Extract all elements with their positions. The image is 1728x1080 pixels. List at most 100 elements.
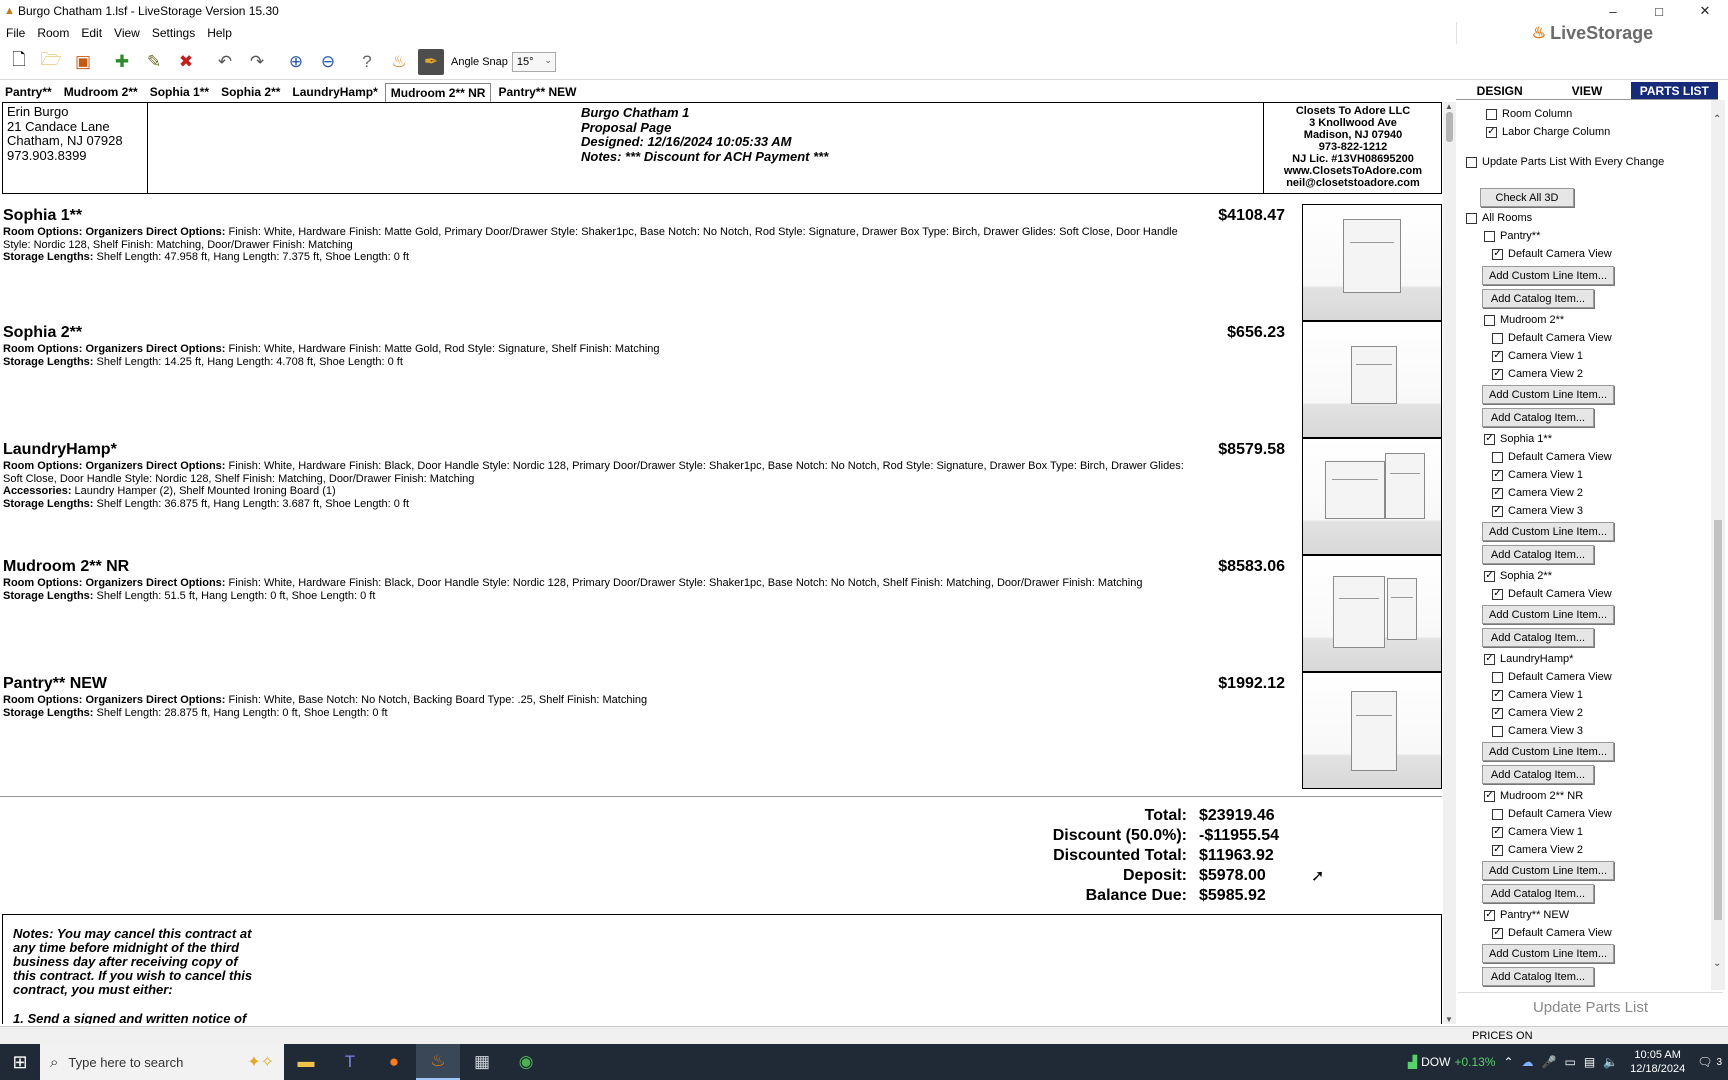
open-folder-icon[interactable]: 🗁 <box>38 49 64 75</box>
checkbox-checked[interactable]: ✓ <box>1484 570 1495 582</box>
camera-option[interactable]: Default Camera View <box>1492 808 1612 820</box>
help-icon[interactable]: ? <box>354 49 380 75</box>
camera-option[interactable]: ✓ Camera View 2 <box>1492 487 1583 499</box>
add-catalog-item-button[interactable]: Add Catalog Item... <box>1482 967 1594 986</box>
camera-option[interactable]: ✓ Camera View 2 <box>1492 368 1583 380</box>
add-custom-line-item-button[interactable]: Add Custom Line Item... <box>1482 385 1614 404</box>
add-custom-line-item-button[interactable]: Add Custom Line Item... <box>1482 522 1614 541</box>
checkbox[interactable] <box>1484 230 1495 242</box>
scroll-thumb[interactable] <box>1714 520 1722 920</box>
checkbox-checked[interactable]: ✓ <box>1484 909 1495 921</box>
network-icon[interactable]: ▤ <box>1584 1055 1595 1069</box>
volume-icon[interactable]: 🔈 <box>1603 1055 1618 1069</box>
menu-edit[interactable]: Edit <box>81 26 102 40</box>
edit-room-icon[interactable]: ✎ <box>141 49 167 75</box>
checkbox[interactable] <box>1492 808 1503 820</box>
chrome-icon[interactable]: ◉ <box>504 1044 548 1080</box>
room-option-sophia-1[interactable]: ✓ Sophia 1** <box>1484 433 1552 445</box>
tab-parts-list[interactable]: PARTS LIST <box>1630 82 1718 99</box>
camera-option[interactable]: Default Camera View <box>1492 451 1612 463</box>
camera-option[interactable]: ✓ Default Camera View <box>1492 927 1612 939</box>
check-all-3d-button[interactable]: Check All 3D <box>1480 188 1574 207</box>
labor-column-option[interactable]: ✓ Labor Charge Column <box>1486 126 1610 138</box>
menu-view[interactable]: View <box>114 26 140 40</box>
camera-option[interactable]: Camera View 3 <box>1492 725 1583 737</box>
scroll-down-icon[interactable]: ▼ <box>1445 1015 1453 1024</box>
add-catalog-item-button[interactable]: Add Catalog Item... <box>1482 628 1594 647</box>
camera-option[interactable]: ✓ Default Camera View <box>1492 588 1612 600</box>
add-custom-line-item-button[interactable]: Add Custom Line Item... <box>1482 861 1614 880</box>
scroll-up-icon[interactable]: ▲ <box>1445 102 1453 111</box>
display-icon[interactable]: ▭ <box>1565 1055 1576 1069</box>
angle-tool-icon[interactable]: ✒ <box>418 48 444 75</box>
add-custom-line-item-button[interactable]: Add Custom Line Item... <box>1482 742 1614 761</box>
checkbox[interactable] <box>1492 671 1503 683</box>
checkbox[interactable] <box>1466 156 1477 168</box>
checkbox-checked[interactable]: ✓ <box>1492 588 1503 600</box>
checkbox-checked[interactable]: ✓ <box>1492 689 1503 701</box>
file-explorer-icon[interactable]: ▬ <box>284 1044 328 1080</box>
checkbox-checked[interactable]: ✓ <box>1492 487 1503 499</box>
scroll-down-icon[interactable]: ⌄ <box>1713 958 1721 969</box>
tab-pantry[interactable]: Pantry** <box>0 83 57 101</box>
add-catalog-item-button[interactable]: Add Catalog Item... <box>1482 408 1594 427</box>
camera-option[interactable]: ✓ Default Camera View <box>1492 248 1612 260</box>
checkbox-checked[interactable]: ✓ <box>1492 469 1503 481</box>
onedrive-icon[interactable]: ☁ <box>1522 1055 1534 1069</box>
menu-file[interactable]: File <box>6 26 25 40</box>
checkbox[interactable] <box>1492 332 1503 344</box>
parts-panel-scrollbar[interactable]: ⌃ ⌄ <box>1711 100 1725 990</box>
room-option-laundryhamp[interactable]: ✓ LaundryHamp* <box>1484 653 1573 665</box>
chevron-up-icon[interactable]: ⌃ <box>1503 1055 1513 1069</box>
camera-option[interactable]: Default Camera View <box>1492 671 1612 683</box>
livestorage-taskbar-icon[interactable]: ♨ <box>416 1044 460 1080</box>
tab-view[interactable]: VIEW <box>1543 82 1630 99</box>
checkbox-checked[interactable]: ✓ <box>1492 248 1503 260</box>
tab-pantry-new[interactable]: Pantry** NEW <box>493 83 581 101</box>
tab-mudroom-2[interactable]: Mudroom 2** <box>59 83 143 101</box>
checkbox-checked[interactable]: ✓ <box>1484 790 1495 802</box>
checkbox-checked[interactable]: ✓ <box>1492 826 1503 838</box>
document-scrollbar[interactable]: ▲ ▼ <box>1443 102 1456 1024</box>
angle-snap-select[interactable]: 15° ⌄ <box>511 51 556 72</box>
add-custom-line-item-button[interactable]: Add Custom Line Item... <box>1482 944 1614 963</box>
save-icon[interactable]: ▣ <box>70 49 96 75</box>
camera-option[interactable]: ✓ Camera View 1 <box>1492 469 1583 481</box>
tab-sophia-1[interactable]: Sophia 1** <box>145 83 214 101</box>
checkbox-checked[interactable]: ✓ <box>1492 505 1503 517</box>
camera-option[interactable]: ✓ Camera View 1 <box>1492 689 1583 701</box>
add-catalog-item-button[interactable]: Add Catalog Item... <box>1482 765 1594 784</box>
zoom-out-icon[interactable]: ⊖ <box>315 49 341 75</box>
checkbox-checked[interactable]: ✓ <box>1484 653 1495 665</box>
checkbox-checked[interactable]: ✓ <box>1484 433 1495 445</box>
checkbox[interactable] <box>1484 314 1495 326</box>
checkbox[interactable] <box>1492 451 1503 463</box>
checkbox[interactable] <box>1492 725 1503 737</box>
all-rooms-option[interactable]: All Rooms <box>1466 212 1532 224</box>
zoom-in-icon[interactable]: ⊕ <box>283 49 309 75</box>
menu-settings[interactable]: Settings <box>152 26 195 40</box>
checkbox[interactable] <box>1466 212 1477 224</box>
add-custom-line-item-button[interactable]: Add Custom Line Item... <box>1482 605 1614 624</box>
scroll-thumb[interactable] <box>1446 112 1453 142</box>
camera-option[interactable]: ✓ Camera View 3 <box>1492 505 1583 517</box>
add-room-icon[interactable]: ✚ <box>109 49 135 75</box>
camera-option[interactable]: ✓ Camera View 1 <box>1492 350 1583 362</box>
add-catalog-item-button[interactable]: Add Catalog Item... <box>1482 884 1594 903</box>
notification-icon[interactable]: 🗨 <box>1697 1055 1712 1069</box>
update-parts-list-button[interactable]: Update Parts List <box>1458 992 1723 1022</box>
add-catalog-item-button[interactable]: Add Catalog Item... <box>1482 289 1594 308</box>
camera-option[interactable]: ✓ Camera View 1 <box>1492 826 1583 838</box>
checkbox-checked[interactable]: ✓ <box>1486 126 1497 138</box>
firefox-icon[interactable]: ● <box>372 1044 416 1080</box>
taskbar-search[interactable]: ⌕ Type here to search ✦✧ <box>40 1044 284 1080</box>
room-option-pantry[interactable]: Pantry** <box>1484 230 1540 242</box>
menu-help[interactable]: Help <box>207 26 232 40</box>
calculator-icon[interactable]: ▦ <box>460 1044 504 1080</box>
update-every-change-option[interactable]: Update Parts List With Every Change <box>1466 156 1664 168</box>
checkbox-checked[interactable]: ✓ <box>1492 707 1503 719</box>
checkbox-checked[interactable]: ✓ <box>1492 927 1503 939</box>
add-custom-line-item-button[interactable]: Add Custom Line Item... <box>1482 266 1614 285</box>
windows-start-icon[interactable]: ⊞ <box>0 1044 40 1080</box>
camera-option[interactable]: ✓ Camera View 2 <box>1492 844 1583 856</box>
